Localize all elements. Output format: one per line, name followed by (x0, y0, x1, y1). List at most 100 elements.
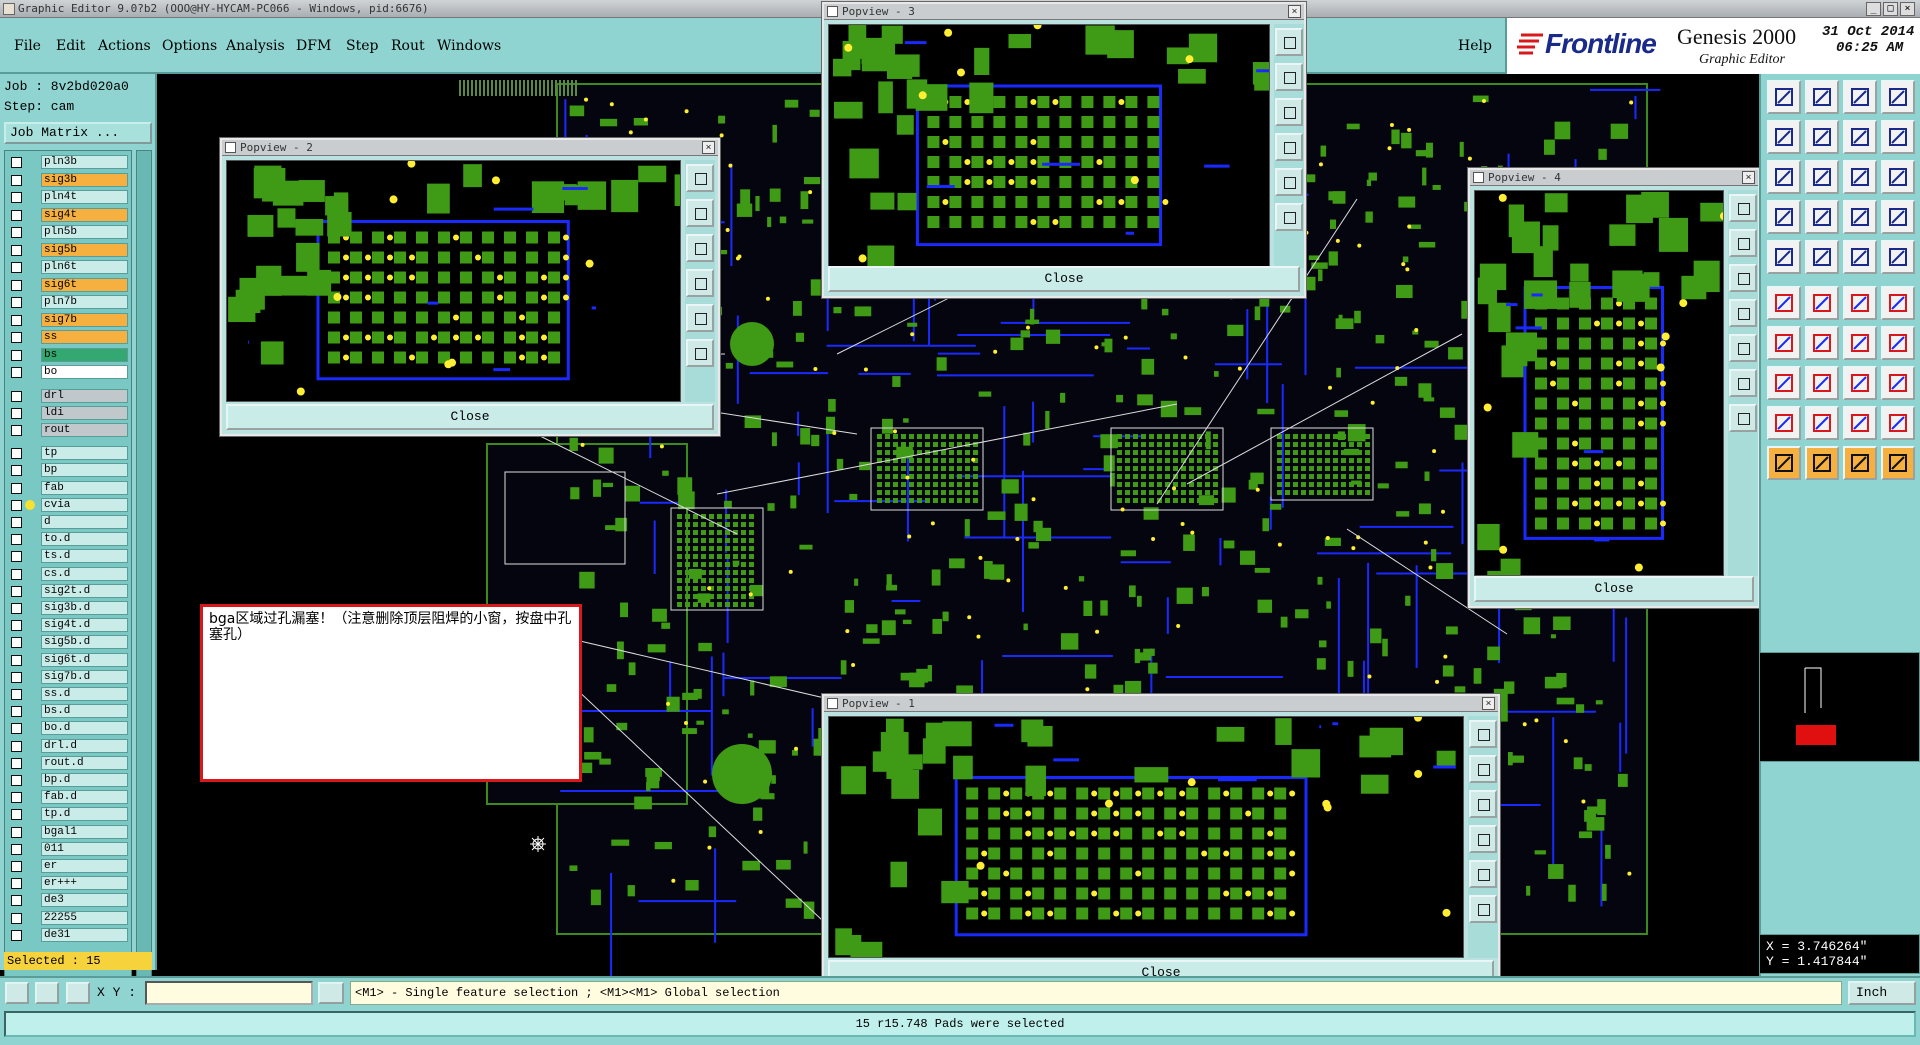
layer-name[interactable]: rout.d (41, 755, 128, 770)
layer-row[interactable]: er (5, 858, 129, 873)
popview-tool-icon[interactable] (1469, 720, 1497, 748)
flag-icon[interactable] (1805, 200, 1839, 234)
popview-tool-icon[interactable] (1275, 28, 1303, 56)
popview-tool-icon[interactable] (686, 234, 714, 262)
layer-checkbox[interactable] (11, 227, 22, 238)
layer-row[interactable]: sig4t.d (5, 618, 129, 633)
layer-row[interactable]: pln6t (5, 260, 129, 274)
layer-row[interactable]: pln3b (5, 155, 129, 169)
job-matrix-button[interactable]: Job Matrix ... (4, 122, 152, 144)
layer-name[interactable]: ts.d (41, 549, 128, 564)
layer-name[interactable]: rout (41, 422, 128, 437)
layer-row[interactable]: bp.d (5, 772, 129, 787)
measure-icon[interactable] (35, 982, 59, 1004)
layer-row[interactable]: bs (5, 347, 129, 362)
layer-checkbox[interactable] (11, 895, 22, 907)
layer-name[interactable]: sig4t (41, 207, 128, 222)
layer-name[interactable]: pln3b (41, 155, 128, 169)
layer-row[interactable]: bgal1 (5, 824, 129, 839)
popview-4-titlebar[interactable]: Popview - 4 × (1470, 170, 1758, 186)
layer-checkbox[interactable] (11, 192, 22, 203)
layer-name[interactable]: sig7b (41, 312, 128, 327)
layer-row[interactable]: bo (5, 365, 129, 379)
menu-analysis[interactable]: Analysis (226, 38, 285, 54)
layer-name[interactable]: sig5b.d (41, 635, 128, 650)
layer-row[interactable]: rout (5, 422, 129, 437)
layer-checkbox[interactable] (11, 448, 22, 460)
arc-icon[interactable] (1843, 326, 1877, 360)
popview-tool-icon[interactable] (686, 339, 714, 367)
layer-name[interactable]: fab.d (41, 790, 128, 805)
popview-tool-icon[interactable] (1729, 404, 1757, 432)
script-icon[interactable] (1881, 120, 1915, 154)
layer-name[interactable]: sig2t.d (41, 583, 128, 598)
popview-tool-icon[interactable] (1275, 203, 1303, 231)
layer-name[interactable]: pln6t (41, 260, 128, 274)
popview-tool-icon[interactable] (1275, 133, 1303, 161)
layer-checkbox[interactable] (11, 499, 22, 511)
layer-name[interactable]: sig6t (41, 277, 128, 292)
save-icon[interactable] (1805, 80, 1839, 114)
node-icon[interactable] (1767, 286, 1801, 320)
popview-3-view[interactable] (828, 24, 1270, 268)
layer-row[interactable]: pln5b (5, 225, 129, 239)
layer-checkbox[interactable] (11, 244, 22, 256)
popview-2-view[interactable] (226, 160, 681, 402)
pan-icon[interactable] (1805, 160, 1839, 194)
layer-name[interactable]: sig3b.d (41, 600, 128, 615)
popview-tool-icon[interactable] (1729, 369, 1757, 397)
layer-checkbox[interactable] (11, 671, 22, 683)
layer-row[interactable]: ss (5, 330, 129, 344)
popview-tool-icon[interactable] (1469, 755, 1497, 783)
layer-name[interactable]: to.d (41, 532, 128, 547)
layer-name[interactable]: ldi (41, 405, 128, 420)
layer-name[interactable]: fab (41, 480, 128, 495)
popview-3-window[interactable]: Popview - 3 × Close (821, 1, 1307, 299)
layer-row[interactable]: sig2t.d (5, 583, 129, 598)
layer-row[interactable]: sig7b (5, 312, 129, 327)
layer-checkbox[interactable] (11, 174, 22, 186)
popview-tool-icon[interactable] (686, 199, 714, 227)
layer-checkbox[interactable] (11, 551, 22, 563)
line-icon[interactable] (1767, 326, 1801, 360)
layer-row[interactable]: de31 (5, 927, 129, 942)
layer-name[interactable]: ss.d (41, 686, 128, 701)
popview-tool-icon[interactable] (1275, 98, 1303, 126)
popview-tool-icon[interactable] (686, 164, 714, 192)
layer-name[interactable]: pln7b (41, 295, 128, 309)
layer-name[interactable]: pln4t (41, 190, 128, 204)
layer-checkbox[interactable] (11, 757, 22, 769)
overview-map[interactable] (1759, 652, 1920, 762)
zoom-fit-icon[interactable] (1767, 160, 1801, 194)
layer-checkbox[interactable] (11, 534, 22, 546)
layer-row[interactable]: to.d (5, 532, 129, 547)
layer-checkbox[interactable] (11, 209, 22, 221)
popview-tool-icon[interactable] (686, 269, 714, 297)
layer-checkbox[interactable] (11, 568, 22, 580)
layer-name[interactable]: bs (41, 347, 128, 362)
triangle-icon[interactable] (1805, 406, 1839, 440)
pointer-icon[interactable] (1843, 446, 1877, 480)
wire-icon[interactable] (1881, 200, 1915, 234)
layer-checkbox[interactable] (11, 482, 22, 494)
layer-row[interactable]: cvia (5, 497, 129, 512)
info-icon[interactable] (318, 982, 344, 1004)
undo-icon[interactable] (1767, 120, 1801, 154)
layer-row[interactable]: ss.d (5, 686, 129, 701)
popview-tool-icon[interactable] (1275, 168, 1303, 196)
layer-checkbox[interactable] (11, 349, 22, 361)
pointer-icon[interactable] (1881, 446, 1915, 480)
layer-row[interactable]: drl (5, 388, 129, 403)
layer-checkbox[interactable] (11, 314, 22, 326)
layer-checkbox[interactable] (11, 654, 22, 666)
layer-name[interactable]: de31 (41, 927, 128, 942)
layer-name[interactable]: bgal1 (41, 824, 128, 839)
layer-name[interactable]: sig6t.d (41, 652, 128, 667)
layer-name[interactable]: bp (41, 463, 128, 478)
layer-checkbox[interactable] (11, 792, 22, 804)
layer-row[interactable]: pln4t (5, 190, 129, 204)
layer-name[interactable]: bp.d (41, 772, 128, 787)
layer-checkbox[interactable] (11, 809, 22, 821)
layer-checkbox[interactable] (11, 390, 22, 402)
layer-name[interactable]: ss (41, 330, 128, 344)
